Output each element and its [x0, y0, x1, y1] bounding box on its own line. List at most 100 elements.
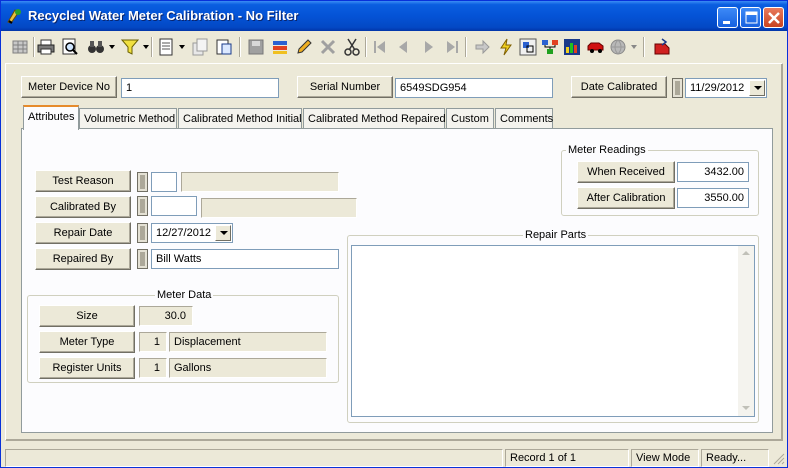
delete-button[interactable]: [317, 36, 339, 58]
minimize-button[interactable]: [717, 7, 738, 28]
tab-attributes[interactable]: Attributes: [23, 105, 79, 130]
new-record-icon: [159, 38, 173, 56]
scroll-down-icon[interactable]: [738, 400, 754, 416]
after-calibration-field[interactable]: 3550.00: [677, 188, 749, 208]
previous-record-button[interactable]: [393, 36, 415, 58]
chart-icon: [564, 39, 580, 55]
find-dropdown-icon[interactable]: [109, 44, 115, 50]
main-window: Recycled Water Meter Calibration - No Fi…: [0, 0, 788, 468]
meter-data-title: Meter Data: [155, 289, 214, 301]
tree-button[interactable]: [539, 36, 561, 58]
serial-number-button[interactable]: Serial Number: [297, 76, 393, 98]
calibrated-by-lock[interactable]: [137, 196, 148, 216]
resize-grip-icon[interactable]: [773, 453, 785, 465]
chevron-down-icon[interactable]: [749, 80, 765, 96]
size-button[interactable]: Size: [39, 305, 135, 327]
tab-volumetric-method[interactable]: Volumetric Method: [79, 108, 177, 129]
when-received-button[interactable]: When Received: [577, 161, 675, 183]
filter-icon: [121, 39, 139, 55]
status-bar: Record 1 of 1 View Mode Ready...: [1, 447, 787, 467]
calibrated-by-code-field[interactable]: [151, 196, 197, 216]
when-received-field[interactable]: 3432.00: [677, 162, 749, 182]
find-button[interactable]: [85, 36, 107, 58]
meter-type-code: 1: [139, 332, 167, 352]
books-icon: [273, 41, 287, 54]
first-record-icon: [374, 41, 385, 53]
repaired-by-field[interactable]: Bill Watts: [151, 249, 339, 269]
new-record-dropdown-icon[interactable]: [179, 44, 185, 50]
grid-button[interactable]: [9, 36, 31, 58]
filter-button[interactable]: [119, 36, 141, 58]
repaired-by-lock[interactable]: [137, 249, 148, 269]
date-calibrated-button[interactable]: Date Calibrated: [571, 76, 667, 98]
print-button[interactable]: [35, 36, 57, 58]
repair-date-field[interactable]: 12/27/2012: [151, 223, 233, 243]
new-record-button[interactable]: [155, 36, 177, 58]
title-bar[interactable]: Recycled Water Meter Calibration - No Fi…: [1, 1, 787, 31]
save-button[interactable]: [245, 36, 267, 58]
test-reason-code-field[interactable]: [151, 172, 177, 192]
tree-icon: [542, 40, 558, 54]
vehicle-button[interactable]: [585, 36, 607, 58]
link-icon: [519, 38, 537, 56]
globe-icon: [610, 39, 626, 55]
register-units-button[interactable]: Register Units: [39, 357, 135, 379]
copy-record-button[interactable]: [189, 36, 211, 58]
next-record-button[interactable]: [417, 36, 439, 58]
after-calibration-button[interactable]: After Calibration: [577, 187, 675, 209]
print-preview-button[interactable]: [59, 36, 81, 58]
first-record-button[interactable]: [369, 36, 391, 58]
meter-type-description: Displacement: [169, 332, 327, 352]
close-button[interactable]: [763, 7, 784, 28]
repair-parts-scrollbar[interactable]: [738, 246, 754, 416]
chart-button[interactable]: [561, 36, 583, 58]
status-pane-main: [5, 449, 503, 467]
repair-date-lock[interactable]: [137, 223, 148, 243]
chevron-down-icon[interactable]: [215, 225, 231, 241]
status-state: Ready...: [701, 449, 769, 467]
filter-dropdown-icon[interactable]: [143, 44, 149, 50]
globe-dropdown-icon[interactable]: [631, 44, 637, 50]
tab-calibrated-method-repaired[interactable]: Calibrated Method Repaired: [303, 108, 446, 129]
link-button[interactable]: [517, 36, 539, 58]
goto-button[interactable]: [471, 36, 493, 58]
globe-button[interactable]: [607, 36, 629, 58]
meter-device-no-button[interactable]: Meter Device No: [21, 76, 117, 98]
scroll-up-icon[interactable]: [738, 246, 754, 262]
date-calibrated-value: 11/29/2012: [690, 82, 745, 94]
calibrated-by-button[interactable]: Calibrated By: [35, 196, 131, 218]
serial-number-field[interactable]: 6549SDG954: [395, 78, 553, 98]
cut-button[interactable]: [341, 36, 363, 58]
test-reason-button[interactable]: Test Reason: [35, 170, 131, 192]
tab-comments[interactable]: Comments: [495, 108, 553, 129]
print-icon: [37, 39, 55, 55]
edit-record-button[interactable]: [213, 36, 235, 58]
meter-device-no-field[interactable]: 1: [121, 78, 279, 98]
date-calibrated-field[interactable]: 11/29/2012: [685, 78, 767, 98]
disk-icon: [248, 39, 264, 55]
print-preview-icon: [62, 38, 78, 55]
repair-parts-textarea[interactable]: [351, 245, 755, 417]
close-icon: [768, 12, 780, 24]
calibrated-by-description: [201, 198, 357, 218]
repair-date-button[interactable]: Repair Date: [35, 222, 131, 244]
last-record-button[interactable]: [441, 36, 463, 58]
maximize-button[interactable]: [740, 7, 761, 28]
date-calibrated-lock[interactable]: [672, 78, 683, 98]
repaired-by-button[interactable]: Repaired By: [35, 248, 131, 270]
meter-type-button[interactable]: Meter Type: [39, 331, 135, 353]
status-record: Record 1 of 1: [505, 449, 629, 467]
exit-button[interactable]: [651, 36, 673, 58]
tab-calibrated-method-initial[interactable]: Calibrated Method Initial: [178, 108, 302, 129]
library-button[interactable]: [269, 36, 291, 58]
binoculars-icon: [88, 41, 104, 53]
tab-custom[interactable]: Custom: [446, 108, 494, 129]
size-value: 30.0: [139, 306, 193, 326]
run-button[interactable]: [495, 36, 517, 58]
cut-icon: [344, 38, 360, 56]
test-reason-lock[interactable]: [137, 172, 148, 192]
edit-button[interactable]: [293, 36, 315, 58]
status-mode: View Mode: [631, 449, 699, 467]
next-record-icon: [425, 41, 433, 53]
pencil-icon: [297, 39, 312, 54]
